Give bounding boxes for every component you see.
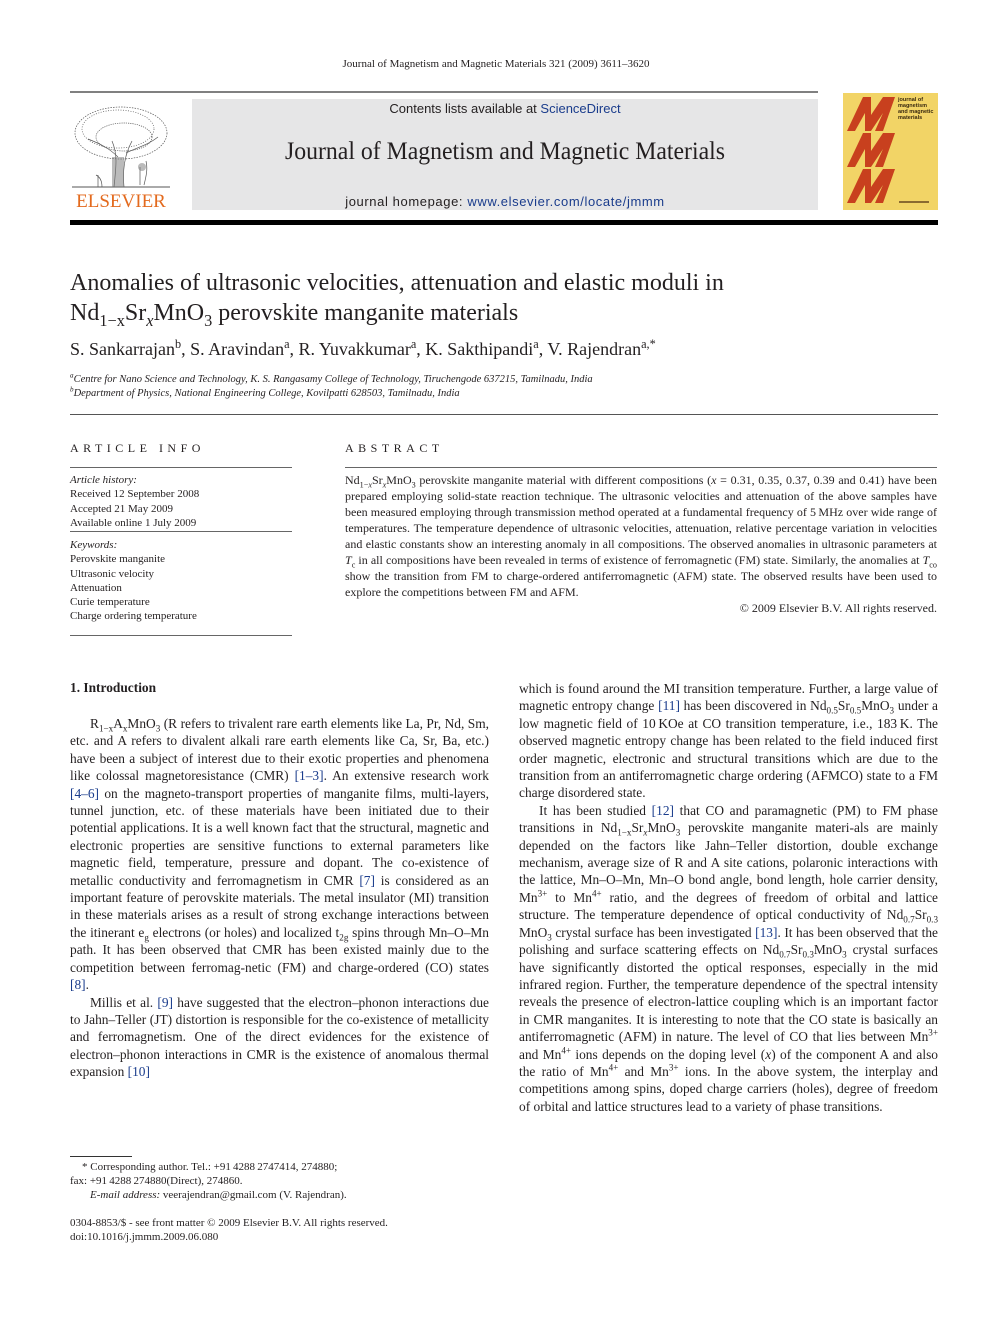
article-history: Article history: Received 12 September 2… [70, 473, 292, 530]
citation-link[interactable]: [10] [128, 1064, 150, 1079]
affiliations-divider [70, 414, 938, 415]
elsevier-wordmark[interactable]: ELSEVIER [68, 191, 174, 213]
paragraph: It has been studied [12] that CO and par… [519, 802, 939, 1114]
footnote-fax: fax: +91 4288 274880(Direct), 274860. [70, 1175, 243, 1187]
formula-part: Nd [70, 300, 100, 326]
header-top-rule [70, 91, 818, 93]
header-bottom-rule [70, 220, 938, 225]
corresponding-author-footnote: * Corresponding author. Tel.: +91 4288 2… [70, 1160, 490, 1202]
history-rule [70, 531, 292, 532]
paragraph: R1−xAxMnO3 (R refers to trivalent rare e… [70, 716, 489, 993]
author-list: S. Sankarrajanb, S. Aravindana, R. Yuvak… [70, 337, 656, 359]
keywords: Keywords: Perovskite manganite Ultrasoni… [70, 538, 292, 624]
keywords-rule [70, 635, 292, 636]
email-link[interactable]: veerajendran@gmail.com (V. Rajendran). [160, 1189, 347, 1201]
sciencedirect-link[interactable]: ScienceDirect [540, 101, 620, 116]
abstract-body: Nd1−xSrxMnO3 perovskite manganite materi… [345, 473, 937, 615]
author[interactable]: V. Rajendrana,* [547, 338, 655, 359]
keyword: Curie temperature [70, 596, 150, 609]
paragraph: which is found around the MI transition … [519, 681, 938, 801]
keyword: Charge ordering temperature [70, 610, 197, 623]
title-rest: perovskite manganite materials [212, 300, 519, 326]
footnote-email: E-mail address: veerajendran@gmail.com (… [90, 1189, 347, 1201]
keyword: Attenuation [70, 581, 122, 594]
citation-link[interactable]: [13] [755, 925, 777, 940]
front-matter-meta: 0304-8853/$ - see front matter © 2009 El… [70, 1216, 490, 1244]
citation-link[interactable]: [8] [70, 977, 86, 992]
citation-link[interactable]: [12] [652, 803, 674, 818]
affiliations: aCentre for Nano Science and Technology,… [70, 371, 930, 401]
contents-line: Contents lists available at ScienceDirec… [192, 101, 818, 116]
citation-link[interactable]: [7] [359, 873, 375, 888]
history-online: Available online 1 July 2009 [70, 516, 197, 529]
footnote-rule [70, 1156, 132, 1157]
history-accepted: Accepted 21 May 2009 [70, 502, 173, 515]
keyword: Ultrasonic velocity [70, 567, 155, 580]
abstract-rule [345, 467, 937, 468]
affiliation: bDepartment of Physics, National Enginee… [70, 385, 460, 399]
homepage-line: journal homepage: www.elsevier.com/locat… [192, 194, 818, 209]
author[interactable]: K. Sakthipandia [425, 338, 538, 359]
abstract-copyright: © 2009 Elsevier B.V. All rights reserved… [739, 601, 937, 615]
formula-part: Sr [124, 300, 147, 326]
cover-journal-text: journal of magnetism and magnetic materi… [898, 97, 934, 121]
article-title: Anomalies of ultrasonic velocities, atte… [70, 268, 930, 328]
keywords-label: Keywords: [70, 539, 118, 551]
author[interactable]: S. Sankarrajanb [70, 338, 181, 359]
doi-line[interactable]: doi:10.1016/j.jmmm.2009.06.080 [70, 1230, 490, 1244]
article-info-rule [70, 467, 292, 468]
title-line-2: Nd1−xSrxMnO3 perovskite manganite materi… [70, 298, 930, 328]
body-left-column: R1−xAxMnO3 (R refers to trivalent rare e… [70, 715, 489, 1081]
issn-line: 0304-8853/$ - see front matter © 2009 El… [70, 1217, 388, 1229]
formula: Nd1−xSrxMnO3 [345, 473, 416, 490]
title-line-1: Anomalies of ultrasonic velocities, atte… [70, 270, 724, 296]
journal-title: Journal of Magnetism and Magnetic Materi… [285, 138, 725, 165]
body-right-column: which is found around the MI transition … [519, 680, 938, 1115]
formula-sub: 1−x [99, 310, 125, 330]
section-heading-introduction: 1. Introduction [70, 680, 157, 695]
author[interactable]: S. Aravindana [190, 338, 289, 359]
homepage-link[interactable]: www.elsevier.com/locate/jmmm [467, 194, 664, 209]
footnote-tel: * Corresponding author. Tel.: +91 4288 2… [82, 1161, 338, 1173]
citation-link[interactable]: [4–6] [70, 786, 99, 801]
history-received: Received 12 September 2008 [70, 488, 200, 501]
citation-link[interactable]: [9] [157, 995, 173, 1010]
author[interactable]: R. Yuvakkumara [299, 338, 417, 359]
citation-link[interactable]: [1–3] [295, 768, 324, 783]
citation-link[interactable]: [11] [658, 698, 680, 713]
contents-prefix: Contents lists available at [389, 101, 541, 116]
running-head: Journal of Magnetism and Magnetic Materi… [342, 58, 650, 70]
formula-part: MnO [153, 300, 205, 326]
paragraph: Millis et al. [9] have suggested that th… [70, 994, 489, 1080]
affiliation: aCentre for Nano Science and Technology,… [70, 371, 593, 385]
keyword: Perovskite manganite [70, 553, 166, 566]
history-label: Article history: [70, 474, 137, 486]
article-info-heading: ARTICLE INFO [70, 441, 205, 455]
homepage-prefix: journal homepage: [345, 194, 468, 209]
abstract-heading: ABSTRACT [345, 441, 444, 455]
